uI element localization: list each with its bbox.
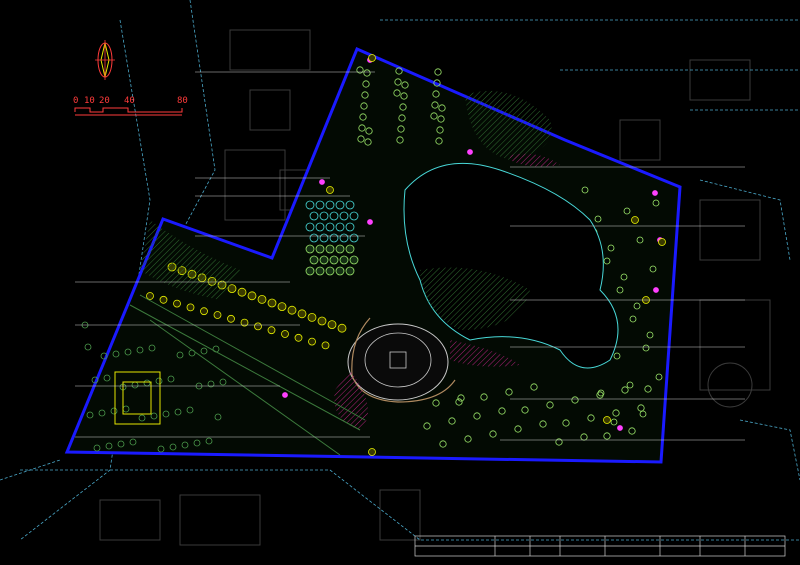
tree-symbol (84, 343, 92, 351)
tree-symbol (327, 320, 337, 330)
tree-symbol (254, 322, 262, 331)
scale-label-40: 40 (124, 96, 135, 106)
tree-symbol (277, 302, 287, 312)
tree-symbol (257, 294, 267, 304)
north-arrow-icon (95, 40, 115, 80)
shrub-symbol (305, 266, 315, 276)
shrub-symbol (329, 255, 339, 265)
tree-symbol (186, 303, 195, 312)
shrub-symbol (345, 244, 355, 254)
tree-symbol (308, 337, 316, 346)
tree-symbol (368, 448, 376, 456)
tree-symbol (281, 330, 289, 338)
scale-label-0: 0 (73, 96, 79, 106)
flower-symbol (652, 190, 658, 196)
tree-symbol (297, 309, 307, 319)
tree-symbol (368, 54, 376, 62)
tree-symbol (247, 291, 257, 301)
tree-symbol (227, 314, 235, 323)
shrub-symbol (335, 244, 345, 254)
flower-symbol (367, 219, 373, 225)
tree-symbol (337, 323, 347, 333)
scale-label-10: 10 (84, 96, 95, 106)
tree-symbol (317, 316, 327, 326)
flower-symbol (653, 287, 659, 293)
tree-symbol (267, 298, 277, 308)
flower-symbol (617, 425, 623, 431)
shrub-symbol (319, 255, 329, 265)
tree-symbol (267, 326, 276, 335)
tree-symbol (213, 311, 222, 319)
scale-label-20: 20 (99, 96, 110, 106)
shrub-symbol (339, 255, 349, 265)
tree-symbol (326, 186, 334, 194)
flower-symbol (467, 149, 473, 155)
tree-symbol (159, 295, 168, 304)
scale-label-80: 80 (177, 96, 188, 106)
flower-symbol (319, 179, 325, 185)
shrub-symbol (325, 244, 335, 254)
site-plan-drawing (0, 0, 800, 557)
shrub-symbol (325, 266, 335, 276)
shrub-symbol (309, 255, 319, 265)
tree-symbol (173, 299, 181, 308)
shrub-symbol (305, 244, 315, 254)
shrub-symbol (349, 255, 359, 265)
tree-symbol (287, 305, 297, 315)
tree-symbol (658, 238, 666, 246)
tree-symbol (434, 68, 442, 76)
shrub-symbol (345, 266, 355, 276)
tree-symbol (631, 216, 639, 224)
tree-symbol (146, 292, 154, 300)
shrub-symbol (315, 266, 325, 276)
tree-symbol (200, 307, 208, 316)
title-block (414, 535, 786, 557)
flower-symbol (282, 392, 288, 398)
tree-symbol (321, 341, 330, 350)
tree-symbol (307, 312, 317, 322)
tree-symbol (237, 287, 247, 297)
shrub-symbol (335, 266, 345, 276)
tree-symbol (294, 333, 303, 342)
shrub-symbol (315, 244, 325, 254)
scale-bar (74, 107, 183, 116)
tree-symbol (603, 416, 611, 424)
